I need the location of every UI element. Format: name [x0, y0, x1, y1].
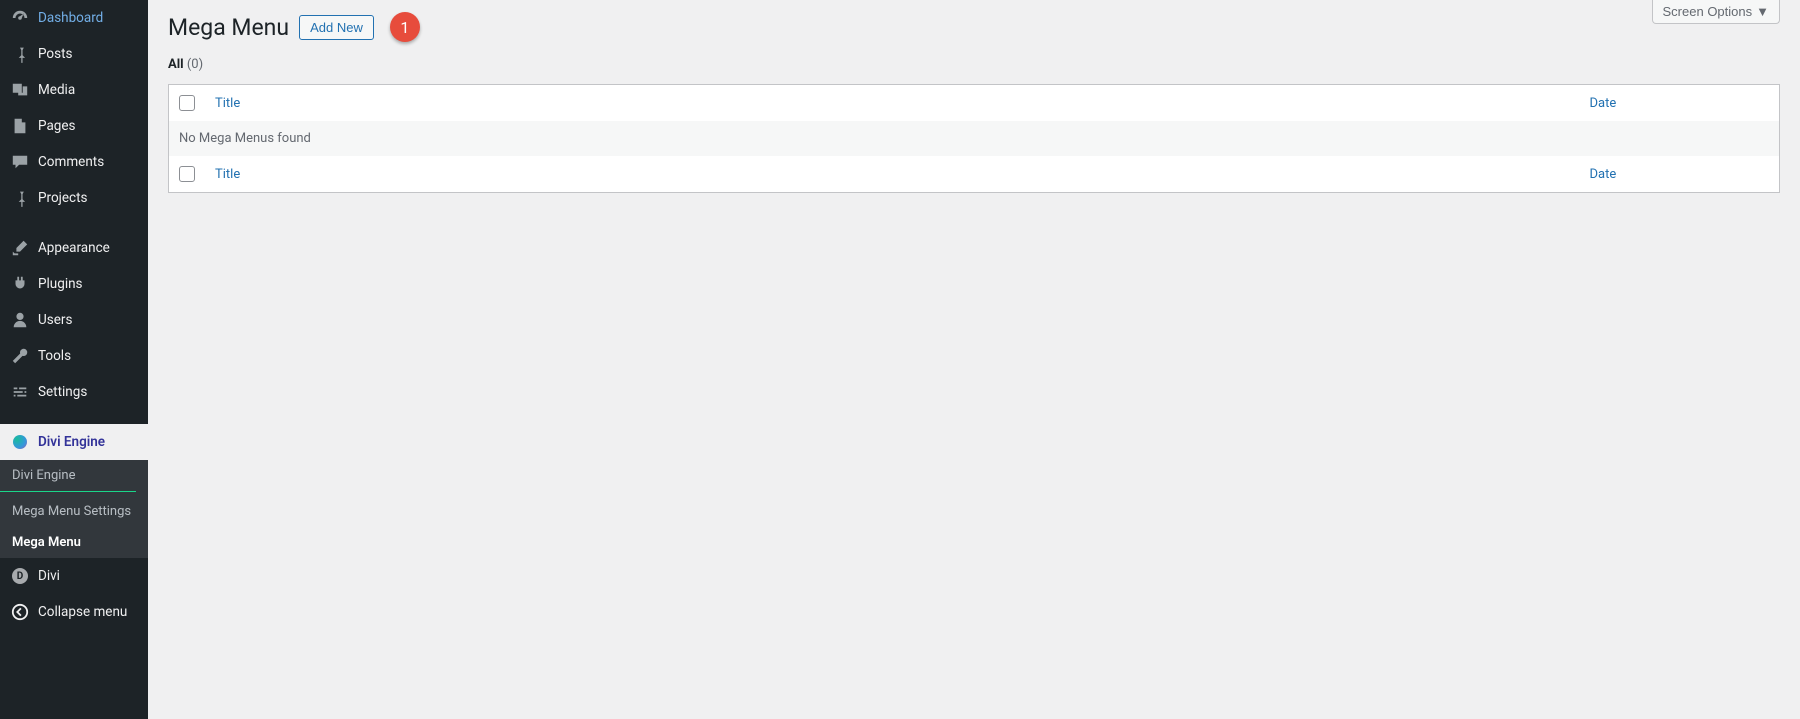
- sidebar-item-settings[interactable]: Settings: [0, 374, 148, 410]
- submenu-item-mega-menu-settings[interactable]: Mega Menu Settings: [0, 496, 148, 527]
- screen-options-wrap: Screen Options ▼: [1652, 0, 1780, 24]
- sidebar-item-label: Settings: [38, 384, 87, 400]
- admin-sidebar: Dashboard Posts Media Pages Comments Pro…: [0, 0, 148, 719]
- sidebar-item-comments[interactable]: Comments: [0, 144, 148, 180]
- sidebar-item-label: Posts: [38, 46, 72, 62]
- sidebar-item-label: Media: [38, 82, 75, 98]
- sidebar-item-collapse[interactable]: Collapse menu: [0, 594, 148, 630]
- user-icon: [10, 310, 30, 330]
- sliders-icon: [10, 382, 30, 402]
- filter-all-count: (0): [187, 57, 203, 72]
- sidebar-item-label: Projects: [38, 190, 88, 206]
- sidebar-item-pages[interactable]: Pages: [0, 108, 148, 144]
- annotation-badge: 1: [390, 12, 420, 42]
- submenu-item-mega-menu[interactable]: Mega Menu: [0, 527, 148, 558]
- page-heading-row: Mega Menu Add New 1: [168, 0, 1780, 42]
- sidebar-item-media[interactable]: Media: [0, 72, 148, 108]
- sidebar-item-label: Dashboard: [38, 10, 103, 26]
- select-all-checkbox-bottom[interactable]: [179, 166, 195, 182]
- divi-d-icon: D: [10, 566, 30, 586]
- chevron-down-icon: ▼: [1756, 4, 1769, 19]
- media-icon: [10, 80, 30, 100]
- sidebar-item-projects[interactable]: Projects: [0, 180, 148, 216]
- sidebar-item-label: Tools: [38, 348, 71, 364]
- sidebar-item-label: Plugins: [38, 276, 83, 292]
- wrench-icon: [10, 346, 30, 366]
- pin-icon: [10, 188, 30, 208]
- table-empty-row: No Mega Menus found: [169, 121, 1780, 156]
- sidebar-item-appearance[interactable]: Appearance: [0, 230, 148, 266]
- empty-message: No Mega Menus found: [169, 121, 1780, 156]
- sidebar-item-divi[interactable]: D Divi: [0, 558, 148, 594]
- submenu-item-divi-engine[interactable]: Divi Engine: [0, 460, 136, 492]
- pin-icon: [10, 44, 30, 64]
- sidebar-item-divi-engine[interactable]: Divi Engine: [0, 424, 148, 460]
- column-footer-date[interactable]: Date: [1580, 156, 1780, 193]
- sidebar-item-posts[interactable]: Posts: [0, 36, 148, 72]
- sidebar-submenu: Divi Engine Mega Menu Settings Mega Menu: [0, 460, 148, 558]
- column-footer-title[interactable]: Title: [205, 156, 1580, 193]
- add-new-button[interactable]: Add New: [299, 15, 374, 40]
- plug-icon: [10, 274, 30, 294]
- table-header-row: Title Date: [169, 85, 1780, 122]
- divi-engine-icon: [10, 432, 30, 452]
- filter-all-label[interactable]: All: [168, 57, 184, 72]
- table-footer-row: Title Date: [169, 156, 1780, 193]
- sidebar-item-tools[interactable]: Tools: [0, 338, 148, 374]
- gauge-icon: [10, 8, 30, 28]
- sidebar-item-label: Users: [38, 312, 72, 328]
- sidebar-item-users[interactable]: Users: [0, 302, 148, 338]
- column-header-date[interactable]: Date: [1580, 85, 1780, 122]
- sidebar-item-label: Pages: [38, 118, 76, 134]
- sidebar-item-label: Comments: [38, 154, 104, 170]
- main-content: Screen Options ▼ Mega Menu Add New 1 All…: [148, 0, 1800, 719]
- screen-options-button[interactable]: Screen Options ▼: [1652, 0, 1780, 24]
- page-title: Mega Menu: [168, 14, 289, 41]
- sidebar-item-plugins[interactable]: Plugins: [0, 266, 148, 302]
- comment-icon: [10, 152, 30, 172]
- filter-links: All (0): [168, 57, 1780, 72]
- sidebar-item-label: Divi Engine: [38, 434, 105, 450]
- sidebar-item-dashboard[interactable]: Dashboard: [0, 0, 148, 36]
- column-header-title[interactable]: Title: [205, 85, 1580, 122]
- posts-table: Title Date No Mega Menus found Title Dat…: [168, 84, 1780, 193]
- select-all-checkbox-top[interactable]: [179, 95, 195, 111]
- collapse-icon: [10, 602, 30, 622]
- sidebar-item-label: Collapse menu: [38, 604, 127, 620]
- sidebar-item-label: Divi: [38, 568, 60, 584]
- sidebar-item-label: Appearance: [38, 240, 110, 256]
- file-icon: [10, 116, 30, 136]
- brush-icon: [10, 238, 30, 258]
- screen-options-label: Screen Options: [1663, 4, 1753, 19]
